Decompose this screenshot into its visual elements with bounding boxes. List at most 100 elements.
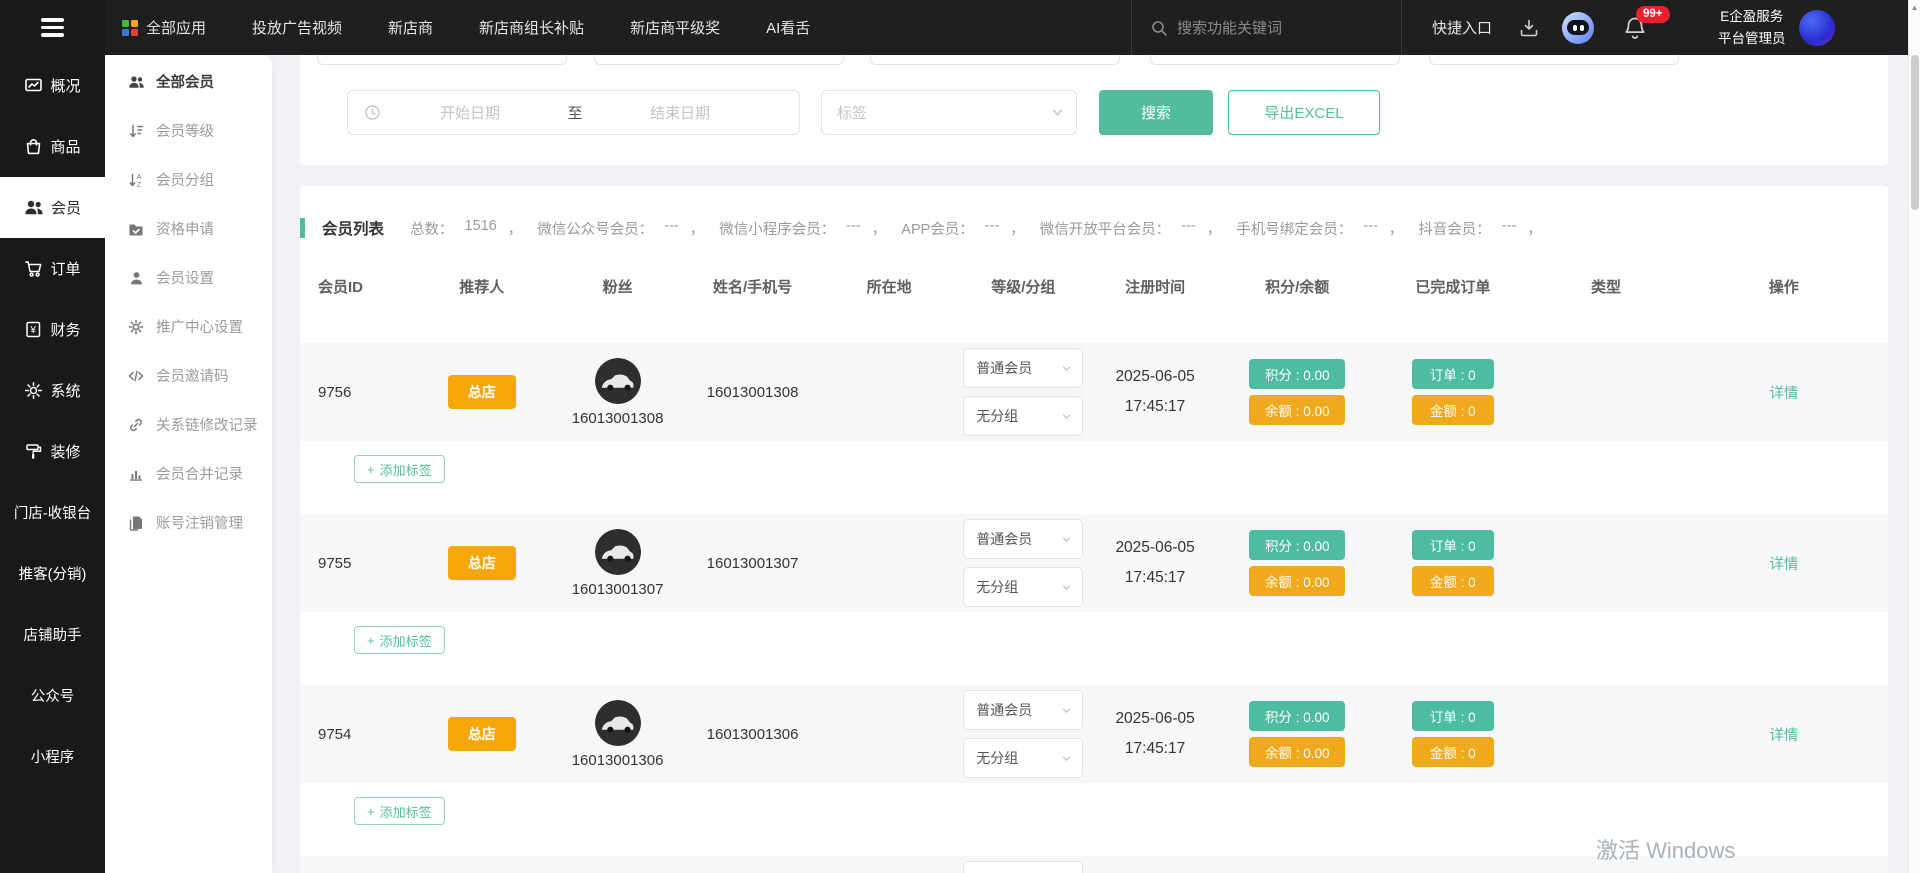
sidebar-item-orders[interactable]: 订单	[0, 238, 105, 299]
sidebar-item-store-cashier[interactable]: 门店-收银台	[0, 482, 105, 543]
submenu-member-merge-records[interactable]: 会员合并记录	[105, 449, 272, 498]
group-select[interactable]: 无分组	[963, 396, 1083, 436]
sidebar-item-official-account[interactable]: 公众号	[0, 665, 105, 726]
download-icon[interactable]	[1518, 17, 1540, 39]
table-row: 9755 总店 16013001307 16013001307 普通会员 无分组	[300, 514, 1888, 685]
level-select[interactable]: 普通会员	[963, 690, 1083, 730]
chevron-down-icon	[1051, 106, 1064, 119]
balance-badge: 余额 : 0.00	[1249, 395, 1345, 425]
sidebar-item-system[interactable]: 系统	[0, 360, 105, 421]
member-submenu: 全部会员 会员等级 AZ 会员分组 资格申请 会员设置 推广中心设置 会员邀请码…	[105, 55, 272, 873]
search-button[interactable]: 搜索	[1099, 90, 1213, 135]
member-stats: 总数：1516， 微信公众号会员：---， 微信小程序会员：---， APP会员…	[410, 218, 1557, 239]
account-name[interactable]: E企盈服务 平台管理员	[1718, 6, 1786, 49]
add-tag-button[interactable]: + 添加标签	[354, 797, 445, 825]
sidebar-item-products[interactable]: 商品	[0, 116, 105, 177]
topbar: 全部应用 投放广告视频 新店商 新店商组长补贴 新店商平级奖 AI看舌 搜索功能…	[105, 0, 1920, 55]
sidebar-item-decoration[interactable]: 装修	[0, 421, 105, 482]
points-badge: 积分 : 0.00	[1249, 530, 1345, 560]
group-select[interactable]: 无分组	[963, 567, 1083, 607]
group-select[interactable]: 无分组	[963, 738, 1083, 778]
referrer-badge: 总店	[448, 717, 516, 751]
orders-badge: 订单 : 0	[1412, 530, 1494, 560]
gear-icon	[24, 381, 43, 400]
sidebar-item-mini-program[interactable]: 小程序	[0, 726, 105, 787]
submenu-qualification-apply[interactable]: 资格申请	[105, 204, 272, 253]
submenu-member-invite-code[interactable]: 会员邀请码	[105, 351, 272, 400]
submenu-member-levels[interactable]: 会员等级	[105, 106, 272, 155]
paint-roller-icon	[24, 442, 43, 461]
hamburger-menu-icon[interactable]	[0, 0, 105, 55]
bag-icon	[24, 137, 43, 156]
amount-badge: 金额 : 0	[1412, 395, 1494, 425]
tag-placeholder: 标签	[837, 102, 867, 123]
submenu-relation-chain-records[interactable]: 关系链修改记录	[105, 400, 272, 449]
primary-sidebar: 概况 商品 会员 订单 ¥ 财务 系统 装修 门店-收银台 推客(分销) 店铺助…	[0, 0, 105, 873]
detail-link[interactable]: 详情	[1769, 553, 1798, 574]
table-header-row: 会员ID推荐人 粉丝姓名/手机号 所在地等级/分组 注册时间积分/余额 已完成订…	[300, 275, 1888, 301]
vertical-scrollbar[interactable]: ▲	[1908, 0, 1920, 873]
search-filter-card: 开始日期 至 结束日期 标签 搜索 导出EXCEL	[300, 55, 1888, 165]
sidebar-item-distribution[interactable]: 推客(分销)	[0, 543, 105, 604]
link-icon	[127, 417, 145, 433]
nav-all-apps[interactable]: 全部应用	[122, 17, 206, 38]
filter-input-partial[interactable]	[1150, 55, 1400, 65]
submenu-promotion-center-settings[interactable]: 推广中心设置	[105, 302, 272, 351]
scrollbar-thumb[interactable]	[1911, 55, 1919, 210]
filter-input-partial[interactable]	[1429, 55, 1679, 65]
fans-cell: 16013001307	[551, 529, 684, 598]
apps-grid-icon	[122, 20, 138, 36]
date-separator: 至	[545, 102, 605, 123]
level-select[interactable]: 普通会员	[963, 348, 1083, 388]
ai-robot-icon[interactable]	[1562, 12, 1594, 44]
submenu-account-cancellation[interactable]: 账号注销管理	[105, 498, 272, 547]
fans-cell: 16013001306	[551, 700, 684, 769]
export-excel-button[interactable]: 导出EXCEL	[1228, 90, 1380, 135]
date-range-picker[interactable]: 开始日期 至 结束日期	[347, 90, 800, 135]
referrer-badge: 总店	[448, 546, 516, 580]
scrollbar-up-arrow-icon[interactable]: ▲	[1909, 0, 1920, 15]
nav-ai-tongue[interactable]: AI看舌	[766, 17, 810, 38]
submenu-member-settings[interactable]: 会员设置	[105, 253, 272, 302]
clock-icon	[364, 104, 381, 121]
users-icon	[24, 198, 44, 217]
sidebar-item-shop-assistant[interactable]: 店铺助手	[0, 604, 105, 665]
member-avatar[interactable]	[595, 529, 641, 575]
nav-new-store[interactable]: 新店商	[388, 17, 433, 38]
level-select[interactable]	[963, 861, 1083, 873]
tag-select[interactable]: 标签	[821, 90, 1077, 135]
user-avatar[interactable]	[1799, 10, 1835, 46]
filter-input-partial[interactable]	[317, 55, 567, 65]
quick-entry-link[interactable]: 快捷入口	[1432, 17, 1492, 38]
submenu-all-members[interactable]: 全部会员	[105, 57, 272, 106]
member-id: 9756	[300, 384, 413, 401]
filter-input-partial[interactable]	[594, 55, 844, 65]
sidebar-item-overview[interactable]: 概况	[0, 55, 105, 116]
nav-leader-subsidy[interactable]: 新店商组长补贴	[479, 17, 584, 38]
detail-link[interactable]: 详情	[1769, 382, 1798, 403]
balance-badge: 余额 : 0.00	[1249, 566, 1345, 596]
nav-level-award[interactable]: 新店商平级奖	[630, 17, 720, 38]
member-list-header: 会员列表 总数：1516， 微信公众号会员：---， 微信小程序会员：---， …	[300, 210, 1888, 246]
notification-bell-icon[interactable]: 99+	[1622, 15, 1648, 41]
function-search-input[interactable]: 搜索功能关键词	[1131, 0, 1402, 55]
add-tag-button[interactable]: + 添加标签	[354, 455, 445, 483]
submenu-member-groups[interactable]: AZ 会员分组	[105, 155, 272, 204]
register-time: 2025-06-0517:45:17	[1089, 536, 1221, 590]
end-date-placeholder: 结束日期	[605, 102, 755, 123]
filter-input-partial[interactable]	[870, 55, 1120, 65]
topbar-nav: 全部应用 投放广告视频 新店商 新店商组长补贴 新店商平级奖 AI看舌	[105, 17, 810, 38]
detail-link[interactable]: 详情	[1769, 724, 1798, 745]
member-avatar[interactable]	[595, 358, 641, 404]
nav-ad-video[interactable]: 投放广告视频	[252, 17, 342, 38]
sidebar-item-finance[interactable]: ¥ 财务	[0, 299, 105, 360]
add-tag-button[interactable]: + 添加标签	[354, 626, 445, 654]
plus-icon: +	[367, 804, 375, 819]
balance-badge: 余额 : 0.00	[1249, 737, 1345, 767]
level-select[interactable]: 普通会员	[963, 519, 1083, 559]
member-avatar[interactable]	[595, 700, 641, 746]
member-phone: 16013001308	[684, 384, 821, 401]
sort-bars-icon	[127, 123, 145, 139]
sidebar-item-members[interactable]: 会员	[0, 177, 105, 238]
points-badge: 积分 : 0.00	[1249, 359, 1345, 389]
